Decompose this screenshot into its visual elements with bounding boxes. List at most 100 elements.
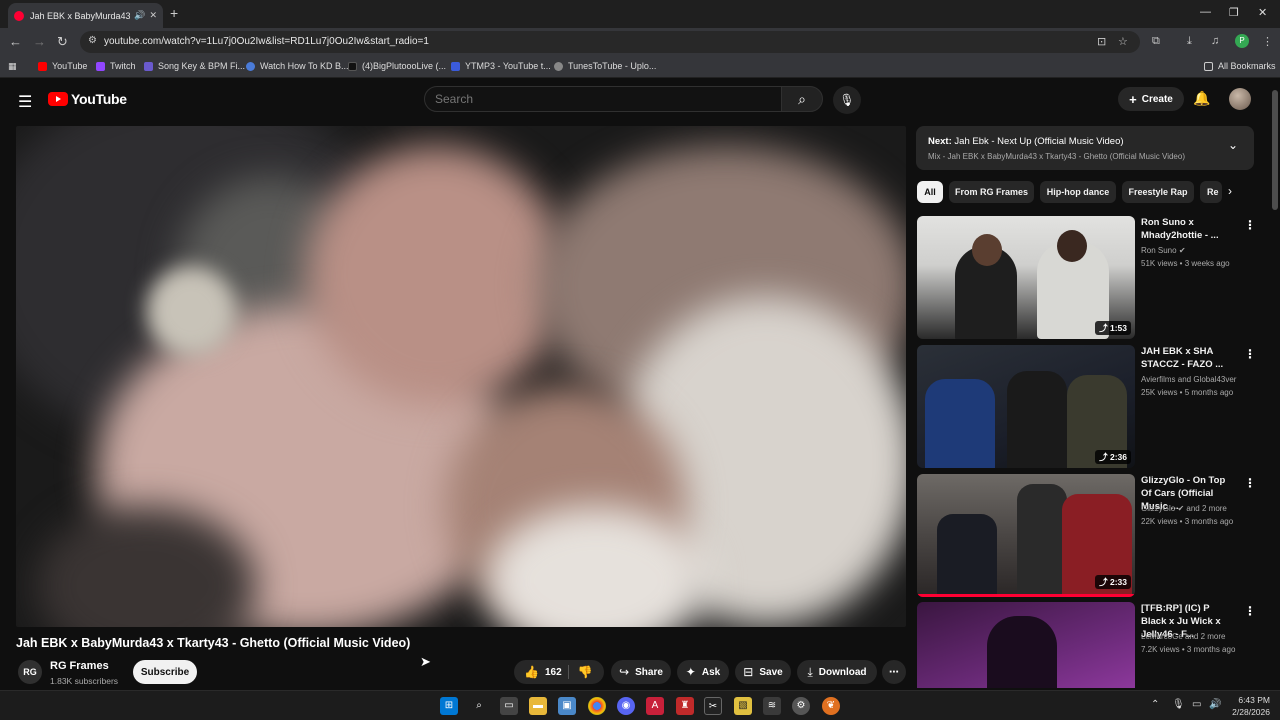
notifications-bell-icon[interactable]: 🔔: [1193, 90, 1210, 107]
all-bookmarks[interactable]: All Bookmarks: [1204, 61, 1276, 71]
bookmark-label: YouTube: [52, 61, 88, 71]
volume-icon[interactable]: 🔊: [1209, 699, 1221, 710]
address-bar[interactable]: ⚙ youtube.com/watch?v=1Lu7j0Ou2Iw&list=R…: [80, 31, 1140, 53]
menu-hamburger-icon[interactable]: ☰: [18, 92, 32, 112]
download-label: Download: [818, 666, 867, 678]
voice-search-button[interactable]: 🎙: [833, 86, 861, 114]
channel-avatar[interactable]: RG: [18, 660, 42, 684]
video-thumbnail[interactable]: [917, 602, 1135, 688]
download-button[interactable]: ⤓ Download: [797, 660, 877, 684]
tray-chevron-up-icon[interactable]: ⌃: [1151, 699, 1159, 710]
file-explorer-icon[interactable]: ▬: [529, 697, 547, 715]
discord-icon[interactable]: ◉: [617, 697, 635, 715]
recommendation-item[interactable]: ⤴ 2:36 JAH EBK x SHA STACCZ - FAZO ... A…: [917, 345, 1257, 469]
bookmark-tiktok[interactable]: (4)BigPlutoooLive (...: [348, 61, 446, 71]
stem-app-icon[interactable]: ≋: [763, 697, 781, 715]
back-icon[interactable]: ←: [9, 34, 22, 49]
video-thumbnail[interactable]: ⤴ 2:36: [917, 345, 1135, 468]
bookmark-watch-how[interactable]: Watch How To KD B...: [246, 61, 349, 71]
subscribe-button[interactable]: Subscribe: [133, 660, 197, 684]
channel-name[interactable]: RG Frames: [50, 660, 109, 672]
chevron-right-icon[interactable]: ›: [1228, 184, 1232, 198]
share-button[interactable]: ↪ Share: [611, 660, 671, 684]
bookmark-youtube[interactable]: YouTube: [38, 61, 87, 71]
task-view-icon[interactable]: ▭: [500, 697, 518, 715]
apps-grid-icon[interactable]: ▦: [8, 61, 17, 72]
more-vertical-icon[interactable]: ⋮: [1244, 476, 1256, 490]
create-button[interactable]: + Create: [1118, 87, 1184, 111]
recommendation-item[interactable]: ⤴ 1:53 Ron Suno x Mhady2hottie - ... Ron…: [917, 216, 1257, 340]
video-thumbnail[interactable]: ⤴ 2:33: [917, 474, 1135, 597]
notes-app-icon[interactable]: ▧: [734, 697, 752, 715]
recommendation-channel[interactable]: Avierfilms and Global43ver: [1141, 375, 1236, 384]
settings-app-icon[interactable]: ⚙: [792, 697, 810, 715]
profile-avatar[interactable]: P: [1235, 34, 1249, 48]
fl-studio-icon[interactable]: ❦: [822, 697, 840, 715]
thumbs-down-icon[interactable]: 👎: [578, 665, 593, 679]
app-icon[interactable]: ♜: [676, 697, 694, 715]
recommendation-channel[interactable]: GlizzyGlo ✔ and 2 more: [1141, 504, 1227, 513]
maximize-icon[interactable]: ❐: [1229, 6, 1239, 19]
bookmark-song-key[interactable]: Song Key & BPM Fi...: [144, 61, 245, 71]
account-avatar[interactable]: [1229, 88, 1251, 110]
network-icon[interactable]: ▭: [1192, 699, 1201, 710]
recommendation-item[interactable]: [TFB:RP] (IC) P Black x Ju Wick x Jelly4…: [917, 602, 1257, 688]
save-button[interactable]: ⊟ Save: [735, 660, 791, 684]
extensions-icon[interactable]: ⧉: [1152, 35, 1160, 48]
bookmark-label: (4)BigPlutoooLive (...: [362, 61, 447, 71]
recommendation-title[interactable]: Ron Suno x Mhady2hottie - ...: [1141, 216, 1229, 242]
search-taskbar-icon[interactable]: ⌕: [470, 697, 488, 715]
bookmark-ytmp3[interactable]: YTMP3 - YouTube t...: [451, 61, 551, 71]
chrome-icon[interactable]: [588, 697, 606, 715]
video-thumbnail[interactable]: ⤴ 1:53: [917, 216, 1135, 339]
audio-playing-icon[interactable]: 🔊: [134, 10, 145, 21]
bookmark-star-icon[interactable]: ☆: [1118, 35, 1128, 48]
downloads-icon[interactable]: ⤓: [1187, 35, 1192, 48]
video-player[interactable]: [16, 126, 906, 627]
url-text[interactable]: youtube.com/watch?v=1Lu7j0Ou2Iw&list=RD1…: [104, 36, 429, 47]
chip-from-rg-frames[interactable]: From RG Frames: [949, 181, 1034, 203]
search-box[interactable]: [424, 86, 782, 112]
minimize-icon[interactable]: —: [1200, 6, 1211, 18]
forward-icon[interactable]: →: [33, 34, 46, 49]
chip-hip-hop-dance[interactable]: Hip-hop dance: [1040, 181, 1116, 203]
recommendation-item[interactable]: ⤴ 2:33 GlizzyGlo - On Top Of Cars (Offic…: [917, 474, 1257, 598]
photos-icon[interactable]: ▣: [558, 697, 576, 715]
more-vertical-icon[interactable]: ⋮: [1244, 604, 1256, 618]
windows-start-icon[interactable]: ⊞: [440, 697, 458, 715]
page-scrollbar[interactable]: [1270, 80, 1280, 690]
up-next-panel[interactable]: Next: Jah Ebk - Next Up (Official Music …: [916, 126, 1254, 170]
bookmark-twitch[interactable]: Twitch: [96, 61, 136, 71]
install-app-icon[interactable]: ⊡: [1097, 35, 1106, 48]
taskbar-clock[interactable]: 6:43 PM 2/28/2026: [1226, 694, 1270, 718]
search-button[interactable]: ⌕: [781, 86, 823, 112]
close-tab-icon[interactable]: ✕: [149, 10, 157, 21]
bookmark-tunestotube[interactable]: TunesToTube - Uplo...: [554, 61, 656, 71]
ask-button[interactable]: ✦ Ask: [677, 660, 729, 684]
chevron-down-icon[interactable]: ⌄: [1228, 138, 1238, 152]
adobe-icon[interactable]: A: [646, 697, 664, 715]
recommendation-channel[interactable]: LeMarcoGe and 2 more: [1141, 632, 1226, 641]
thumbs-up-icon[interactable]: 👍: [524, 665, 539, 679]
reload-icon[interactable]: ↻: [57, 34, 68, 50]
close-window-icon[interactable]: ✕: [1258, 6, 1267, 19]
media-control-icon[interactable]: ♫: [1211, 35, 1219, 47]
browser-menu-icon[interactable]: ⋮: [1262, 35, 1273, 48]
microphone-tray-icon[interactable]: 🎙: [1172, 699, 1185, 710]
chip-all[interactable]: All: [917, 181, 943, 203]
chip-freestyle-rap[interactable]: Freestyle Rap: [1122, 181, 1194, 203]
browser-tab[interactable]: Jah EBK x BabyMurda43 x T 🔊 ✕: [8, 3, 163, 28]
new-tab-icon[interactable]: +: [170, 5, 178, 21]
chip-re[interactable]: Re: [1200, 181, 1222, 203]
scrollbar-thumb[interactable]: [1272, 90, 1278, 210]
more-actions-button[interactable]: ⋯: [882, 660, 906, 684]
site-info-icon[interactable]: ⚙: [88, 35, 97, 46]
recommendation-channel[interactable]: Ron Suno ✔: [1141, 246, 1186, 255]
recommendation-title[interactable]: JAH EBK x SHA STACCZ - FAZO ...: [1141, 345, 1229, 371]
more-vertical-icon[interactable]: ⋮: [1244, 347, 1256, 361]
capcut-icon[interactable]: ✂: [704, 697, 722, 715]
youtube-logo[interactable]: YouTube: [48, 91, 127, 107]
more-vertical-icon[interactable]: ⋮: [1244, 218, 1256, 232]
search-input[interactable]: [425, 87, 781, 111]
like-count[interactable]: 162: [545, 667, 562, 678]
